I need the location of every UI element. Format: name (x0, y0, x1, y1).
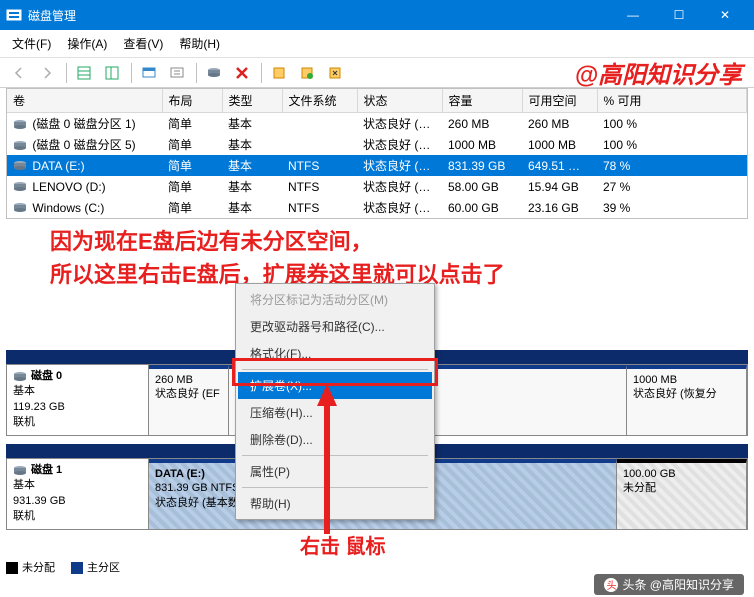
menu-view[interactable]: 查看(V) (115, 32, 171, 55)
disk1-unallocated[interactable]: 100.00 GB 未分配 (617, 459, 747, 529)
col-filesystem[interactable]: 文件系统 (282, 89, 357, 113)
disk0-partition-0[interactable]: 260 MB 状态良好 (EF (149, 365, 229, 435)
table-row[interactable]: (磁盘 0 磁盘分区 5)简单基本状态良好 (…1000 MB1000 MB10… (7, 134, 747, 155)
col-type[interactable]: 类型 (222, 89, 282, 113)
refresh-button[interactable] (136, 61, 162, 85)
minimize-button[interactable]: — (610, 0, 656, 30)
action3-button[interactable] (322, 61, 348, 85)
col-status[interactable]: 状态 (357, 89, 442, 113)
col-capacity[interactable]: 容量 (442, 89, 522, 113)
col-volume[interactable]: 卷 (7, 89, 162, 113)
forward-button[interactable] (34, 61, 60, 85)
table-row[interactable]: LENOVO (D:)简单基本NTFS状态良好 (…58.00 GB15.94 … (7, 176, 747, 197)
menu-bar: 文件(F) 操作(A) 查看(V) 帮助(H) (0, 30, 754, 58)
view-detail-button[interactable] (99, 61, 125, 85)
annotation-arrow (314, 384, 340, 534)
title-bar: 磁盘管理 — ☐ ✕ (0, 0, 754, 30)
volume-icon (13, 160, 27, 172)
action1-button[interactable] (266, 61, 292, 85)
close-button[interactable]: ✕ (702, 0, 748, 30)
annotation-middle: 因为现在E盘后边有未分区空间， 所以这里右击E盘后，扩展券这里就可以点击了 (50, 225, 505, 291)
legend-primary-swatch (71, 562, 83, 574)
table-row[interactable]: DATA (E:)简单基本NTFS状态良好 (…831.39 GB649.51 … (7, 155, 747, 176)
menu-help[interactable]: 帮助(H) (171, 32, 228, 55)
col-free[interactable]: 可用空间 (522, 89, 597, 113)
action2-button[interactable] (294, 61, 320, 85)
volume-icon (13, 202, 27, 214)
legend: 未分配 主分区 (6, 559, 120, 575)
delete-button[interactable] (229, 61, 255, 85)
ctx-change-drive-letter[interactable]: 更改驱动器号和路径(C)... (238, 313, 432, 340)
toutiao-icon: 头 (604, 578, 618, 592)
volume-icon (13, 181, 27, 193)
volume-table: 卷 布局 类型 文件系统 状态 容量 可用空间 % 可用 (磁盘 0 磁盘分区 … (6, 88, 748, 219)
col-percent[interactable]: % 可用 (597, 89, 747, 113)
table-row[interactable]: Windows (C:)简单基本NTFS状态良好 (…60.00 GB23.16… (7, 197, 747, 218)
table-header-row: 卷 布局 类型 文件系统 状态 容量 可用空间 % 可用 (7, 89, 747, 113)
maximize-button[interactable]: ☐ (656, 0, 702, 30)
disk-0-info: 磁盘 0 基本 119.23 GB 联机 (7, 365, 149, 435)
annotation-arrow-label: 右击 鼠标 (300, 530, 386, 559)
volume-icon (13, 119, 27, 131)
volume-icon (13, 140, 27, 152)
window-title: 磁盘管理 (28, 7, 610, 24)
table-row[interactable]: (磁盘 0 磁盘分区 1)简单基本状态良好 (…260 MB260 MB100 … (7, 113, 747, 135)
app-icon (6, 7, 22, 23)
properties-button[interactable] (164, 61, 190, 85)
disk0-partition-recovery[interactable]: 1000 MB 状态良好 (恢复分 (627, 365, 747, 435)
menu-action[interactable]: 操作(A) (59, 32, 115, 55)
footer-watermark: 头 头条 @高阳知识分享 (594, 574, 744, 595)
highlight-frame (232, 358, 438, 386)
view-list-button[interactable] (71, 61, 97, 85)
watermark-top: @高阳知识分享 (575, 55, 742, 90)
legend-unalloc-swatch (6, 562, 18, 574)
disk-button[interactable] (201, 61, 227, 85)
col-layout[interactable]: 布局 (162, 89, 222, 113)
disk-1-info: 磁盘 1 基本 931.39 GB 联机 (7, 459, 149, 529)
ctx-mark-active: 将分区标记为活动分区(M) (238, 286, 432, 313)
menu-file[interactable]: 文件(F) (4, 32, 59, 55)
back-button[interactable] (6, 61, 32, 85)
